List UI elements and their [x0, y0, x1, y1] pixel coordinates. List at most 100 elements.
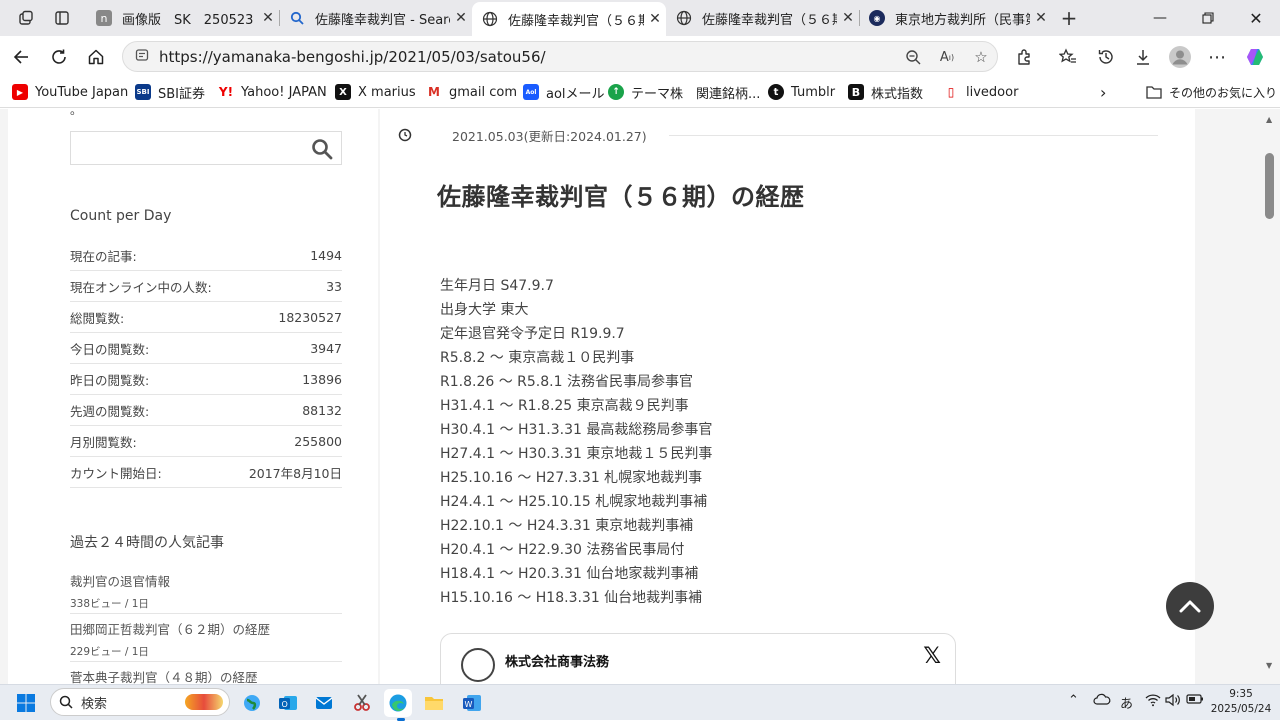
scroll-down-arrow-icon[interactable]: ▼ [1266, 661, 1272, 670]
zoom-icon[interactable] [901, 46, 925, 68]
downloads-icon[interactable] [1130, 44, 1156, 70]
url-text[interactable]: https://yamanaka-bengoshi.jp/2021/05/03/… [159, 48, 546, 66]
n-icon: n [96, 10, 112, 26]
popular-item-title[interactable]: 田郷岡正哲裁判官（６２期）の経歴 [70, 619, 342, 638]
court-icon: ◉ [869, 10, 885, 26]
bookmark-gmail[interactable]: M gmail com [426, 82, 517, 102]
tab-2-active[interactable]: 佐藤隆幸裁判官（５６期）の経歴 ✕ [472, 2, 666, 36]
popular-item[interactable]: 裁判官の退官情報 338ビュー / 1日 [70, 571, 342, 614]
cpd-row: 昨日の閲覧数: 13896 [70, 364, 342, 395]
bookmark-tumblr[interactable]: t Tumblr [768, 82, 835, 102]
theme-icon: ↑ [608, 84, 624, 100]
back-icon[interactable] [8, 44, 34, 70]
clipped-text: 。 [70, 109, 83, 117]
bookmark-theme[interactable]: ↑ テーマ株 関連銘柄... [608, 82, 760, 102]
system-clock[interactable]: 9:35 2025/05/24 [1210, 687, 1272, 717]
scroll-up-arrow-icon[interactable]: ▲ [1266, 115, 1272, 124]
post-date: 2021.05.03(更新日:2024.01.27) [452, 128, 647, 144]
career-line: 出身大学 東大 [440, 302, 529, 318]
globe-icon [676, 10, 692, 26]
bookmark-aol[interactable]: Aol aolメール [523, 82, 605, 102]
profile-avatar-icon[interactable] [1167, 44, 1193, 70]
new-tab-icon[interactable]: + [1055, 6, 1083, 30]
battery-icon[interactable] [1186, 693, 1204, 709]
outlook-icon[interactable]: O [274, 689, 302, 717]
search-input[interactable] [70, 131, 342, 165]
bookmark-label: Yahoo! JAPAN [241, 84, 327, 100]
scrollbar-thumb[interactable] [1265, 153, 1274, 219]
career-line: H25.10.16 〜 H27.3.31 札幌家地裁判事 [440, 470, 703, 486]
popular-item-title[interactable]: 裁判官の退官情報 [70, 571, 342, 590]
x-icon: X [335, 84, 351, 100]
popular-item[interactable]: 田郷岡正哲裁判官（６２期）の経歴 229ビュー / 1日 [70, 619, 342, 662]
address-bar[interactable]: https://yamanaka-bengoshi.jp/2021/05/03/… [122, 41, 998, 72]
bookmark-label: livedoor [966, 84, 1019, 100]
minimize-icon[interactable]: — [1136, 0, 1184, 36]
favorites-icon[interactable] [1055, 44, 1081, 70]
bookmark-label: YouTube Japan [35, 84, 129, 100]
workspaces-icon[interactable] [12, 6, 40, 30]
bookmark-yahoo[interactable]: Y! Yahoo! JAPAN [218, 82, 327, 102]
close-tab-icon[interactable]: ✕ [1030, 10, 1052, 26]
tab-4[interactable]: ◉ 東京地方裁判所（民事第 ✕ [859, 4, 1052, 32]
read-aloud-icon[interactable]: Aı) [935, 46, 959, 68]
edge-icon[interactable] [384, 689, 412, 717]
x-embed-card[interactable]: 株式会社商事法務 𝕏 [440, 633, 956, 684]
restore-icon[interactable] [1184, 0, 1232, 36]
scroll-to-top-button[interactable] [1166, 582, 1214, 630]
globe-icon [482, 11, 498, 27]
word-icon[interactable]: W [458, 689, 486, 717]
taskbar-search[interactable]: 検索 [50, 688, 230, 716]
extensions-icon[interactable] [1012, 44, 1038, 70]
account-name[interactable]: 株式会社商事法務 [505, 651, 609, 670]
bookmark-livedoor[interactable]: ▯ livedoor [943, 82, 1019, 102]
home-icon[interactable] [83, 44, 109, 70]
globe-app-icon[interactable] [238, 689, 266, 717]
site-info-icon[interactable] [135, 48, 151, 65]
bookmark-youtube[interactable]: ▶ YouTube Japan [12, 82, 128, 102]
history-icon[interactable] [1093, 44, 1119, 70]
favorite-star-icon[interactable]: ☆ [969, 46, 993, 68]
tab-1[interactable]: 佐藤隆幸裁判官 - Search ✕ [279, 4, 472, 32]
copilot-icon[interactable] [1243, 44, 1269, 70]
cpd-row: 今日の閲覧数: 3947 [70, 333, 342, 364]
snipping-tool-icon[interactable] [348, 689, 376, 717]
career-line: H18.4.1 〜 H20.3.31 仙台地家裁判事補 [440, 566, 699, 582]
tab-0[interactable]: n 画像版 SK 250523 ✕ [86, 4, 279, 32]
popular-item[interactable]: 菅本典子裁判官（４８期）の経歴 [70, 667, 342, 684]
yahoo-icon: Y! [218, 85, 234, 99]
x-logo-icon[interactable]: 𝕏 [923, 644, 941, 669]
chevron-right-icon[interactable]: › [1100, 82, 1106, 102]
cpd-row: 月別閲覧数: 255800 [70, 426, 342, 457]
tab-actions-icon[interactable] [48, 6, 76, 30]
wifi-icon[interactable] [1145, 693, 1161, 711]
bookmark-label: テーマ株 関連銘柄... [631, 86, 761, 102]
popular-item-title[interactable]: 菅本典子裁判官（４８期）の経歴 [70, 667, 342, 684]
onedrive-icon[interactable] [1093, 693, 1111, 709]
bookmark-b[interactable]: B 株式指数 [848, 82, 923, 102]
more-menu-icon[interactable]: ⋯ [1204, 44, 1230, 70]
bookmark-label: SBI証券 [158, 86, 206, 102]
mail-icon[interactable] [310, 689, 338, 717]
close-tab-icon[interactable]: ✕ [257, 10, 279, 26]
bookmark-x[interactable]: X X marius [335, 82, 416, 102]
close-tab-icon[interactable]: ✕ [450, 10, 472, 26]
volume-icon[interactable] [1165, 693, 1181, 711]
career-line: R5.8.2 〜 東京高裁１０民判事 [440, 350, 635, 366]
tab-title: 佐藤隆幸裁判官 - Search [315, 12, 450, 28]
tab-3[interactable]: 佐藤隆幸裁判官（５６期）の経歴 ✕ [666, 4, 859, 32]
close-tab-icon[interactable]: ✕ [837, 10, 859, 26]
tab-title: 佐藤隆幸裁判官（５６期）の経歴 [702, 12, 837, 28]
scrollbar[interactable]: ▲ ▼ [1262, 109, 1280, 684]
search-icon[interactable] [311, 138, 333, 160]
ime-indicator[interactable]: あ [1120, 693, 1133, 712]
tray-overflow-icon[interactable]: ⌃ [1068, 693, 1079, 708]
file-explorer-icon[interactable] [420, 689, 448, 717]
bookmark-label: gmail com [449, 84, 518, 100]
close-tab-icon[interactable]: ✕ [644, 11, 666, 27]
other-favorites[interactable]: その他のお気に入り [1146, 82, 1277, 102]
close-window-icon[interactable]: ✕ [1232, 0, 1280, 36]
refresh-icon[interactable] [46, 44, 72, 70]
bookmark-sbi[interactable]: SBI SBI証券 [135, 82, 205, 102]
windows-start-icon[interactable] [12, 689, 40, 717]
